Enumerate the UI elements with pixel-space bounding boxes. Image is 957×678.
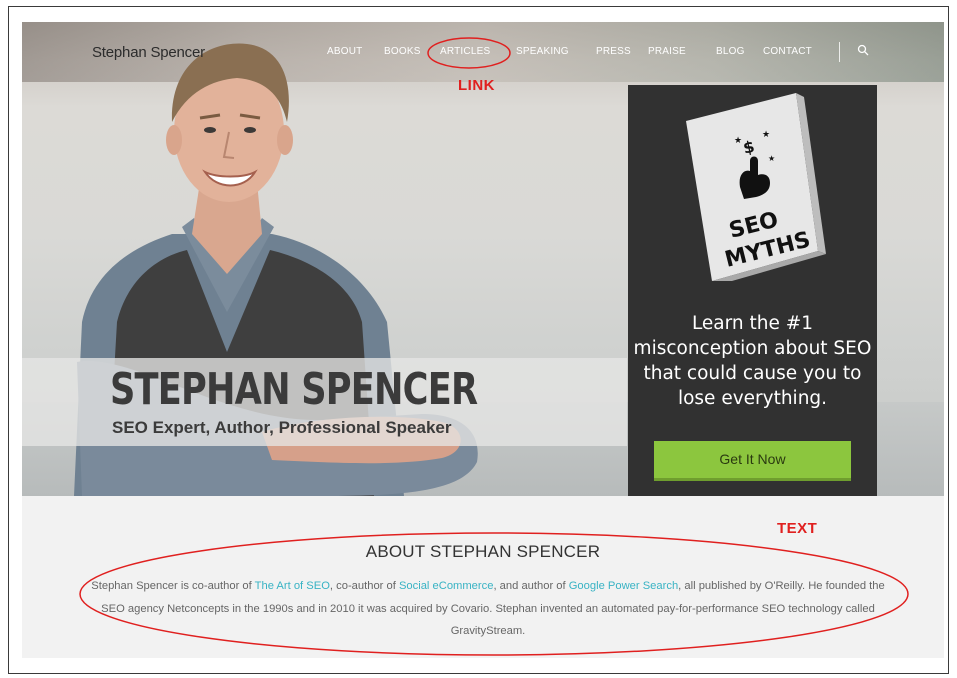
text-annotation-label: TEXT bbox=[777, 520, 818, 537]
nav-articles[interactable]: ARTICLES bbox=[440, 46, 490, 57]
about-text-part: , and author of bbox=[493, 580, 569, 592]
nav-press[interactable]: PRESS bbox=[596, 46, 631, 57]
nav-about[interactable]: ABOUT bbox=[327, 46, 362, 57]
site-logo[interactable]: Stephan Spencer bbox=[92, 44, 205, 61]
art-of-seo-link[interactable]: The Art of SEO bbox=[255, 580, 330, 592]
svg-text:★: ★ bbox=[762, 130, 770, 140]
ad-headline: Learn the #1 misconception about SEO tha… bbox=[633, 313, 872, 409]
about-paragraph: Stephan Spencer is co-author of The Art … bbox=[78, 575, 898, 643]
website-screenshot: STEPHAN SPENCER SEO Expert, Author, Prof… bbox=[22, 22, 944, 658]
get-it-now-button[interactable]: Get It Now bbox=[654, 441, 851, 481]
search-icon[interactable] bbox=[857, 44, 869, 56]
nav-praise[interactable]: PRAISE bbox=[648, 46, 686, 57]
nav-contact[interactable]: CONTACT bbox=[763, 46, 812, 57]
seo-myths-book-image: ★ ★ ★ $ SEO MYTHS bbox=[686, 93, 826, 281]
about-section: TEXT ABOUT STEPHAN SPENCER Stephan Spenc… bbox=[22, 496, 944, 658]
hero-subtitle: SEO Expert, Author, Professional Speaker bbox=[112, 418, 452, 437]
about-text-part: , co-author of bbox=[329, 580, 399, 592]
nav-divider bbox=[839, 42, 840, 62]
hero-title: STEPHAN SPENCER bbox=[110, 364, 478, 415]
svg-text:★: ★ bbox=[768, 154, 775, 163]
about-text-part: Stephan Spencer is co-author of bbox=[91, 580, 255, 592]
nav-speaking[interactable]: SPEAKING bbox=[516, 46, 569, 57]
hero-section: STEPHAN SPENCER SEO Expert, Author, Prof… bbox=[22, 22, 944, 496]
ad-box: ★ ★ ★ $ SEO MYTHS Learn the #1 misconcep… bbox=[628, 85, 877, 496]
google-power-search-link[interactable]: Google Power Search bbox=[569, 580, 678, 592]
nav-blog[interactable]: BLOG bbox=[716, 46, 745, 57]
social-ecommerce-link[interactable]: Social eCommerce bbox=[399, 580, 494, 592]
link-annotation-label: LINK bbox=[458, 77, 495, 94]
top-navigation: Stephan Spencer ABOUT BOOKS ARTICLES SPE… bbox=[22, 22, 944, 82]
nav-books[interactable]: BOOKS bbox=[384, 46, 421, 57]
about-title: ABOUT STEPHAN SPENCER bbox=[365, 542, 601, 561]
